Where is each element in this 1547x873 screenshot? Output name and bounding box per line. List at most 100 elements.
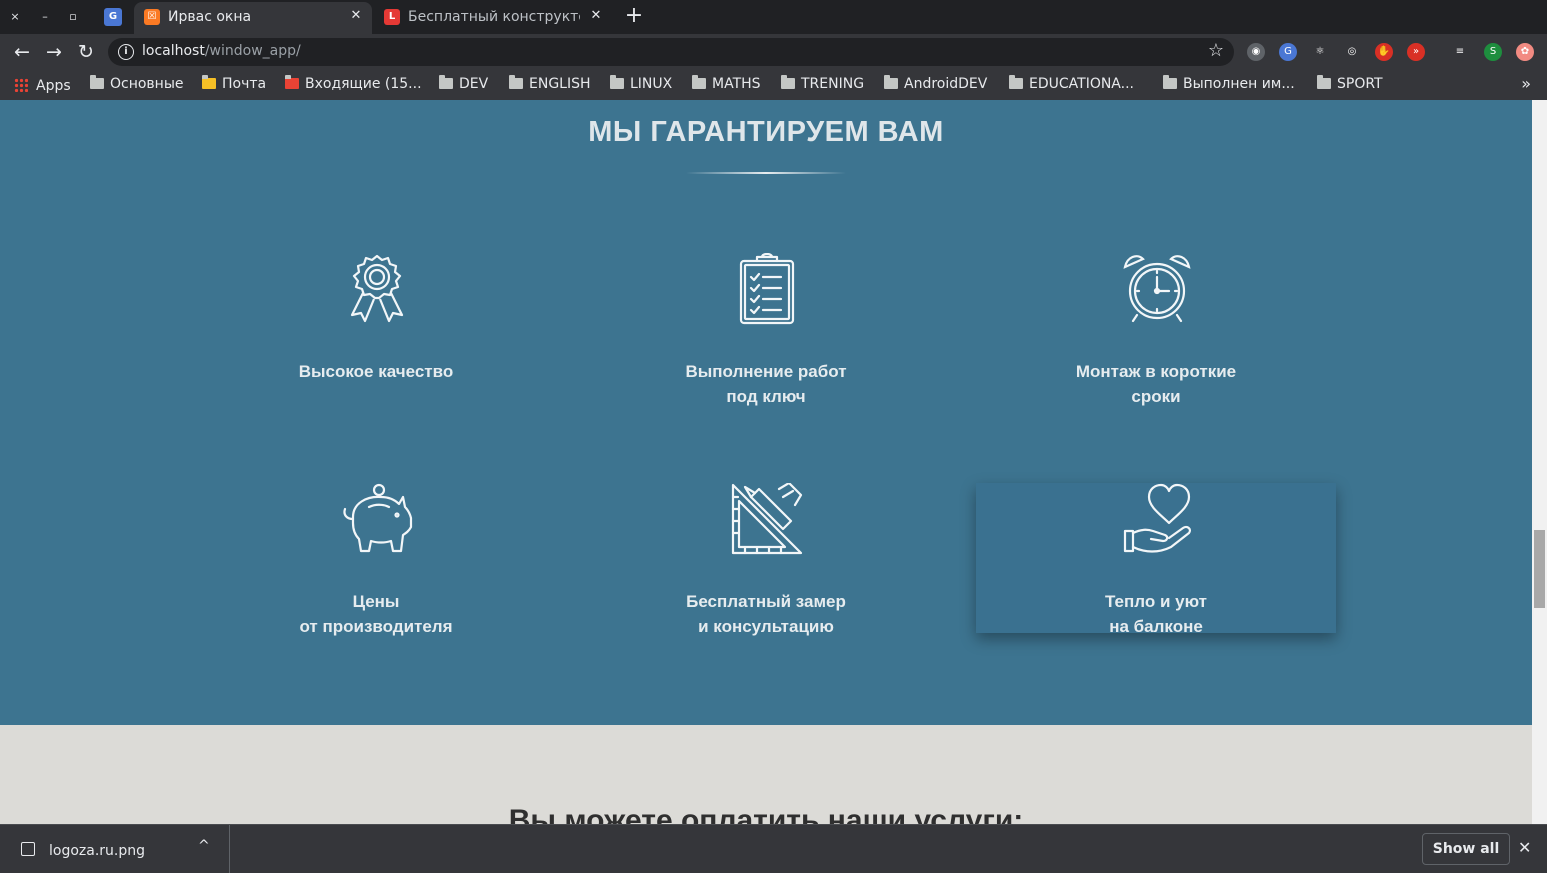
- bookmark-label: EDUCATIONA...: [1029, 76, 1134, 92]
- feature-label: Монтаж в короткие сроки: [1075, 362, 1237, 406]
- redirect-ext-icon[interactable]: »: [1407, 43, 1425, 61]
- alarm-clock-icon: [1123, 255, 1191, 323]
- tab-close-icon[interactable]: ✕: [348, 8, 364, 23]
- media-controls-icon[interactable]: ≡: [1451, 43, 1469, 61]
- url-text[interactable]: localhost/window_app/: [142, 43, 301, 59]
- bookmark-label: ENGLISH: [529, 76, 591, 92]
- downloads-bar: logoza.ru.png ^ Show all ✕: [0, 824, 1547, 873]
- apps-grid-icon: [14, 78, 28, 92]
- react-ext-icon[interactable]: ⚛: [1311, 43, 1329, 61]
- bookmark-item[interactable]: MATHS: [692, 75, 761, 94]
- bookmark-item[interactable]: TRENING: [781, 75, 865, 94]
- bookmark-star-icon[interactable]: ☆: [1208, 40, 1224, 61]
- chevron-up-icon[interactable]: ^: [198, 838, 210, 854]
- title-divider: [686, 172, 846, 174]
- mail-icon: [202, 75, 216, 89]
- bookmark-item[interactable]: AndroidDEV: [884, 75, 988, 94]
- tab-close-icon[interactable]: ✕: [588, 8, 604, 23]
- folder-icon: [610, 75, 624, 89]
- award-icon: [350, 254, 404, 323]
- reload-button[interactable]: ↻: [74, 40, 98, 64]
- folder-icon: [509, 75, 523, 89]
- l-logo-icon: L: [384, 9, 400, 25]
- bookmark-item[interactable]: SPORT: [1317, 75, 1383, 94]
- show-all-button[interactable]: Show all: [1422, 833, 1510, 865]
- bookmark-label: AndroidDEV: [904, 76, 988, 92]
- feature-label: Высокое качество: [298, 362, 454, 381]
- tab-title: Бесплатный конструктор: [408, 9, 580, 25]
- forward-button[interactable]: →: [42, 40, 66, 64]
- window-close-button[interactable]: ×: [6, 8, 24, 26]
- bookmark-label: Входящие (15...: [305, 76, 422, 92]
- adblock-ext-icon[interactable]: ✋: [1375, 43, 1393, 61]
- page-viewport: МЫ ГАРАНТИРУЕМ ВАМ Высокое качество Выпо…: [0, 100, 1547, 824]
- toolbar: ← → ↻ i localhost/window_app/ ☆ ◉ G ⚛ ◎ ✋ » ≡ S…: [0, 34, 1547, 70]
- translate-ext-icon[interactable]: G: [1279, 43, 1297, 61]
- site-info-icon[interactable]: i: [118, 44, 134, 60]
- piggy-bank-icon: [343, 483, 413, 553]
- bookmark-item[interactable]: Выполнен им...: [1163, 75, 1295, 94]
- window-minimize-button[interactable]: –: [36, 8, 54, 26]
- incognito-ext-icon[interactable]: ◉: [1247, 43, 1265, 61]
- google-translate-icon[interactable]: G: [104, 8, 122, 26]
- feature-warmth[interactable]: Тепло и уют на балконе: [976, 483, 1336, 636]
- bookmark-item[interactable]: LINUX: [610, 75, 672, 94]
- back-button[interactable]: ←: [10, 40, 34, 64]
- download-item[interactable]: logoza.ru.png ^: [0, 825, 230, 873]
- folder-icon: [90, 75, 104, 89]
- gmail-icon: [285, 75, 299, 89]
- url-host: localhost: [142, 43, 205, 59]
- profile-avatar-icon[interactable]: S: [1484, 43, 1502, 61]
- folder-icon: [692, 75, 706, 89]
- extension-menu-icon[interactable]: ✿: [1516, 43, 1534, 61]
- title-bar: × – ▫ G ☒ Ирвас окна ✕ L Бесплатный конс…: [0, 0, 1547, 34]
- bookmark-label: TRENING: [801, 76, 865, 92]
- bookmark-item[interactable]: ENGLISH: [509, 75, 591, 94]
- close-downloads-icon[interactable]: ✕: [1518, 838, 1531, 857]
- folder-icon: [781, 75, 795, 89]
- bookmark-item[interactable]: Apps: [14, 76, 71, 94]
- bookmark-item[interactable]: DEV: [439, 75, 489, 94]
- bookmarks-overflow-button[interactable]: »: [1521, 74, 1531, 93]
- feature-label: Тепло и уют на балконе: [1105, 592, 1207, 636]
- target-ext-icon[interactable]: ◎: [1343, 43, 1361, 61]
- feature-fast-install: Монтаж в короткие сроки: [976, 253, 1336, 406]
- folder-icon: [1163, 75, 1177, 89]
- bookmark-label: Выполнен им...: [1183, 76, 1295, 92]
- bookmark-label: Основные: [110, 76, 184, 92]
- section-title: МЫ ГАРАНТИРУЕМ ВАМ: [588, 116, 944, 148]
- bookmark-item[interactable]: Почта: [202, 75, 266, 94]
- bookmark-label: MATHS: [712, 76, 761, 92]
- bookmark-label: DEV: [459, 76, 489, 92]
- feature-label: Цены от производителя: [299, 592, 453, 636]
- feature-label: Выполнение работ под ключ: [685, 362, 847, 406]
- heart-hand-icon: [1123, 483, 1191, 553]
- feature-turnkey: Выполнение работ под ключ: [586, 253, 946, 406]
- tab-irvas[interactable]: ☒ Ирвас окна ✕: [134, 2, 372, 34]
- file-icon: [21, 842, 35, 856]
- tab-title: Ирвас окна: [168, 9, 252, 25]
- xampp-icon: ☒: [144, 9, 160, 25]
- browser-window: × – ▫ G ☒ Ирвас окна ✕ L Бесплатный конс…: [0, 0, 1547, 873]
- bookmark-item[interactable]: Входящие (15...: [285, 75, 422, 94]
- address-bar[interactable]: i localhost/window_app/ ☆: [108, 38, 1234, 66]
- ruler-pencil-icon: [731, 483, 803, 555]
- bookmark-item[interactable]: EDUCATIONA...: [1009, 75, 1134, 94]
- page-scrollbar[interactable]: [1532, 100, 1547, 824]
- tab-constructor[interactable]: L Бесплатный конструктор ✕: [374, 2, 612, 34]
- bookmarks-bar: Apps Основные Почта Входящие (15... DEV ENGLI…: [0, 70, 1547, 100]
- url-path: /window_app/: [204, 43, 301, 59]
- download-filename: logoza.ru.png: [49, 843, 146, 859]
- folder-icon: [1009, 75, 1023, 89]
- window-maximize-button[interactable]: ▫: [64, 8, 82, 26]
- feature-quality: Высокое качество: [196, 253, 556, 403]
- feature-label: Бесплатный замер и консультацию: [686, 592, 846, 636]
- scrollbar-thumb[interactable]: [1534, 530, 1545, 608]
- payment-section-title: Вы можете оплатить наши услуги:: [508, 804, 1024, 824]
- bookmark-item[interactable]: Основные: [90, 75, 184, 94]
- bookmark-label: SPORT: [1337, 76, 1383, 92]
- clipboard-checklist-icon: [739, 253, 795, 325]
- new-tab-button[interactable]: +: [622, 4, 646, 28]
- folder-icon: [439, 75, 453, 89]
- feature-prices: Цены от производителя: [196, 483, 556, 636]
